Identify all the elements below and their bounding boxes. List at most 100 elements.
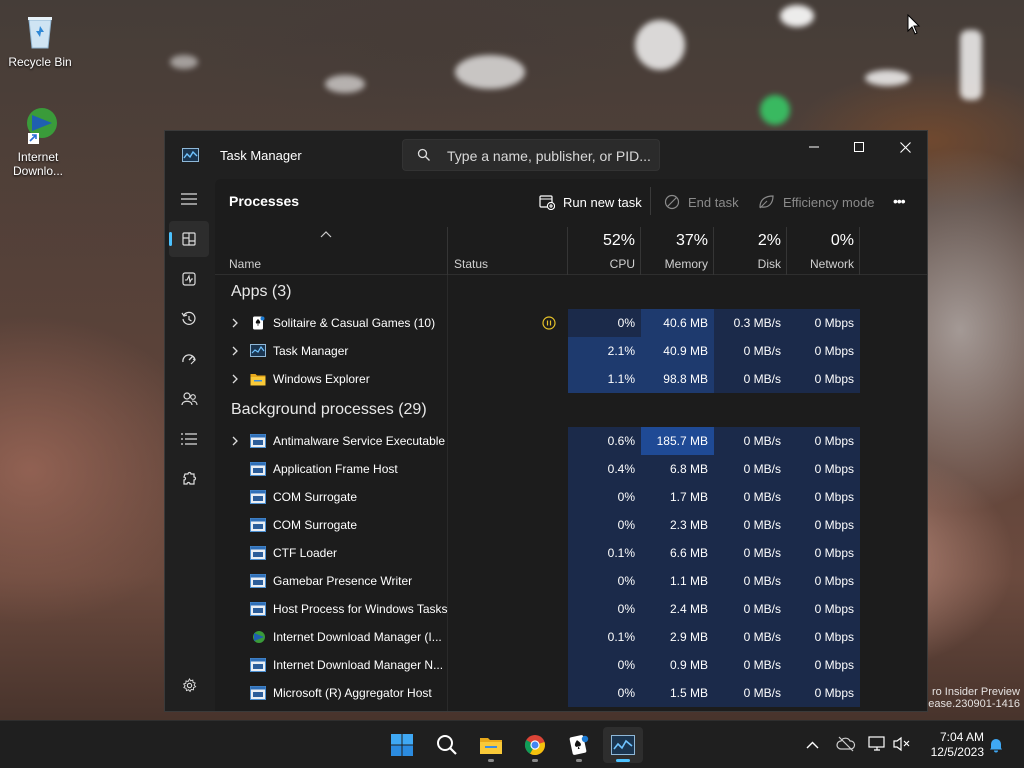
process-name: Task Manager <box>273 344 349 358</box>
chevron-right-icon[interactable] <box>231 436 239 446</box>
minimize-button[interactable] <box>791 131 837 163</box>
network-cell: 0 Mbps <box>787 539 860 567</box>
chevron-right-icon[interactable] <box>231 318 239 328</box>
process-row[interactable]: Host Process for Windows Tasks 0% 2.4 MB 0 … <box>215 595 911 623</box>
process-row[interactable]: Task Manager 2.1% 40.9 MB 0 MB/s 0 Mbps <box>215 337 911 365</box>
nav-menu-toggle[interactable] <box>169 181 209 217</box>
file-explorer-icon <box>480 738 502 754</box>
mouse-cursor-icon <box>907 14 921 35</box>
disk-cell: 0 MB/s <box>714 511 787 539</box>
running-indicator <box>616 759 630 762</box>
process-row[interactable]: Internet Download Manager N... 0% 0.9 MB 0 … <box>215 651 911 679</box>
run-new-task-button[interactable]: Run new task <box>539 193 642 211</box>
nav-services[interactable] <box>169 461 209 497</box>
chevron-up-icon[interactable] <box>806 741 819 749</box>
process-row[interactable]: Solitaire & Casual Games (10) 0% 40.6 MB 0.… <box>215 309 911 337</box>
column-divider[interactable] <box>567 227 568 275</box>
folder-icon <box>250 374 266 386</box>
network-icon[interactable] <box>868 736 886 752</box>
network-cell: 0 Mbps <box>787 567 860 595</box>
disk-cell: 0 MB/s <box>714 483 787 511</box>
column-header-name[interactable]: Name <box>229 257 261 271</box>
app-window-icon <box>250 602 266 616</box>
memory-cell: 1.1 MB <box>641 567 714 595</box>
nav-processes[interactable] <box>169 221 209 257</box>
process-row[interactable]: COM Surrogate 0% 1.7 MB 0 MB/s 0 Mbps <box>215 483 911 511</box>
nav-details[interactable] <box>169 421 209 457</box>
process-icon <box>250 434 266 448</box>
process-icon <box>250 546 266 560</box>
process-row[interactable]: Gamebar Presence Writer 0% 1.1 MB 0 MB/s 0 M… <box>215 567 911 595</box>
title-bar[interactable]: Task Manager <box>165 131 927 179</box>
process-name: Host Process for Windows Tasks <box>273 602 448 616</box>
process-row[interactable]: CTF Loader 0.1% 6.6 MB 0 MB/s 0 Mbps <box>215 539 911 567</box>
taskbar-solitaire[interactable] <box>559 727 599 763</box>
column-header-cpu[interactable]: CPU <box>568 257 635 271</box>
nav-performance[interactable] <box>169 261 209 297</box>
process-row[interactable]: Internet Download Manager (I... 0.1% 2.9 M… <box>215 623 911 651</box>
network-cell: 0 Mbps <box>787 365 860 393</box>
cpu-cell: 0% <box>568 483 641 511</box>
chevron-right-icon[interactable] <box>231 374 239 384</box>
efficiency-mode-label: Efficiency mode <box>783 194 875 210</box>
nav-app-history[interactable] <box>169 301 209 337</box>
memory-cell: 2.4 MB <box>641 595 714 623</box>
column-divider[interactable] <box>447 227 448 275</box>
cpu-cell: 0.6% <box>568 427 641 455</box>
process-row[interactable]: Application Frame Host 0.4% 6.8 MB 0 MB/s 0 … <box>215 455 911 483</box>
process-row[interactable]: Antimalware Service Executable 0.6% 185.7 … <box>215 427 911 455</box>
network-cell: 0 Mbps <box>787 511 860 539</box>
desktop-icon-recycle-bin[interactable]: Recycle Bin <box>2 10 78 69</box>
taskbar-chrome[interactable] <box>515 727 555 763</box>
process-row[interactable]: Windows Explorer 1.1% 98.8 MB 0 MB/s 0 Mbps <box>215 365 911 393</box>
sort-ascending-icon[interactable] <box>320 231 332 239</box>
process-row[interactable]: COM Surrogate 0% 2.3 MB 0 MB/s 0 Mbps <box>215 511 911 539</box>
app-window-icon <box>250 574 266 588</box>
process-row[interactable]: Microsoft (R) Aggregator Host 0% 1.5 MB 0 M… <box>215 679 911 707</box>
group-title-apps: Apps (3) <box>231 283 292 300</box>
more-options-button[interactable]: ••• <box>893 192 906 210</box>
task-manager-icon <box>250 344 266 357</box>
disk-cell: 0 MB/s <box>714 651 787 679</box>
column-header-status[interactable]: Status <box>454 257 488 271</box>
clock[interactable]: 7:04 AM 12/5/2023 <box>922 730 984 760</box>
cpu-cell: 0% <box>568 651 641 679</box>
close-button[interactable] <box>882 131 927 163</box>
efficiency-mode-button[interactable]: Efficiency mode <box>758 193 875 211</box>
column-header-disk[interactable]: Disk <box>714 257 781 271</box>
navigation-rail <box>165 179 215 711</box>
process-name: Internet Download Manager N... <box>273 658 444 672</box>
start-button[interactable] <box>382 727 422 763</box>
disk-cell: 0 MB/s <box>714 567 787 595</box>
column-header-memory[interactable]: Memory <box>641 257 708 271</box>
onedrive-offline-icon[interactable] <box>836 736 856 752</box>
volume-muted-icon[interactable] <box>893 736 911 752</box>
taskbar-file-explorer[interactable] <box>471 727 511 763</box>
app-window-icon <box>250 518 266 532</box>
memory-cell: 185.7 MB <box>641 427 714 455</box>
column-divider[interactable] <box>713 227 714 275</box>
cpu-cell: 0.1% <box>568 539 641 567</box>
end-task-button[interactable]: End task <box>664 193 739 211</box>
maximize-button[interactable] <box>836 131 882 163</box>
column-divider[interactable] <box>640 227 641 275</box>
chevron-right-icon[interactable] <box>231 346 239 356</box>
nav-users[interactable] <box>169 381 209 417</box>
taskbar-task-manager[interactable] <box>603 727 643 763</box>
desktop-icon-internet-download-manager[interactable]: Internet Downlo... <box>0 105 76 178</box>
notification-bell-icon[interactable] <box>989 737 1003 753</box>
column-header-network[interactable]: Network <box>787 257 854 271</box>
leaf-icon <box>759 195 774 209</box>
search-box[interactable] <box>402 139 660 171</box>
column-divider[interactable] <box>859 227 860 275</box>
run-new-task-label: Run new task <box>563 194 642 210</box>
app-window-icon <box>250 434 266 448</box>
process-icon <box>250 686 266 700</box>
taskbar-search-button[interactable] <box>427 727 467 763</box>
column-divider[interactable] <box>786 227 787 275</box>
watermark-line-2: ease.230901-1416 <box>928 698 1020 710</box>
nav-startup-apps[interactable] <box>169 341 209 377</box>
app-history-icon <box>181 311 196 325</box>
search-input[interactable] <box>447 146 652 166</box>
nav-settings[interactable] <box>169 669 209 701</box>
